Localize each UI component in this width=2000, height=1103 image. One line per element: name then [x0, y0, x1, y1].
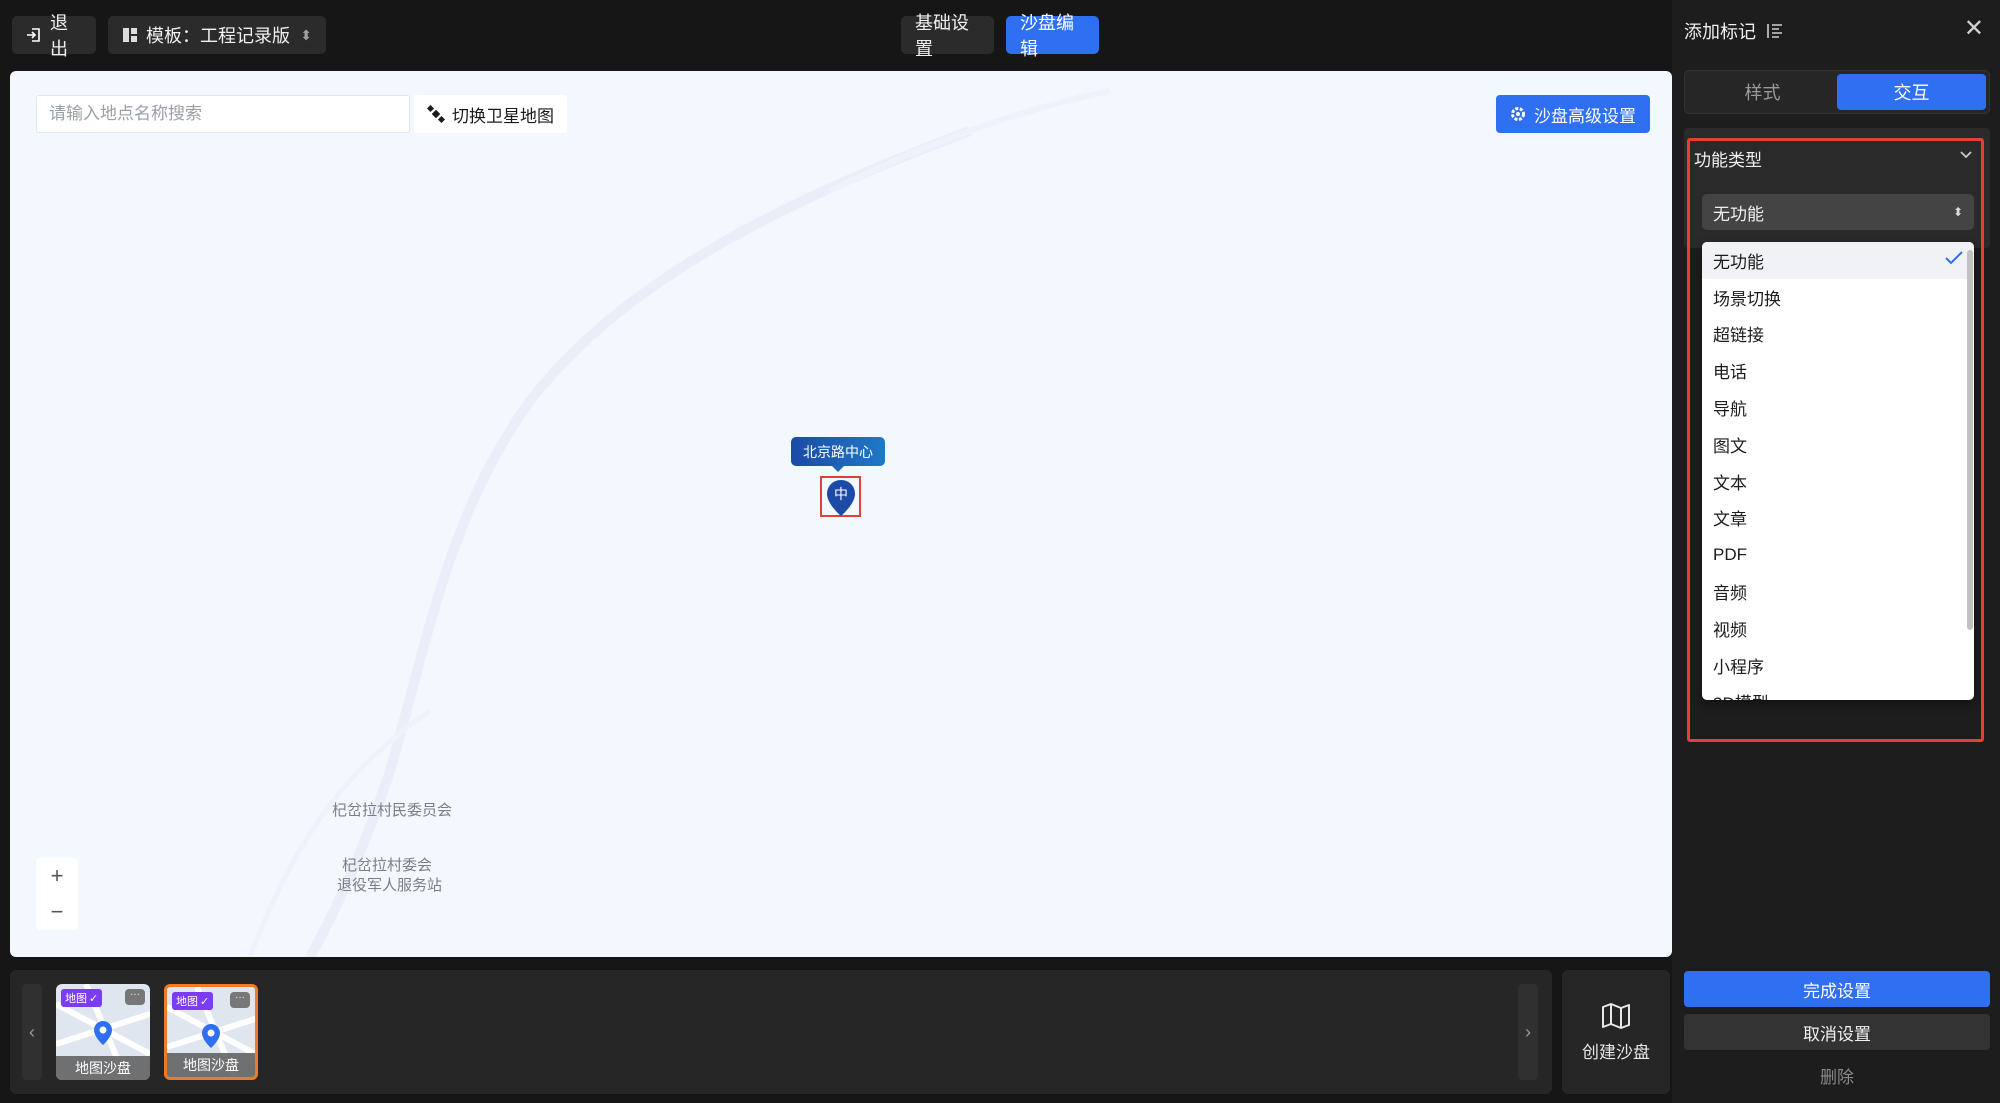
- sandbox-strip: ‹ 地图 ✓ ··· 地图沙盘 地图 ✓ ··· 地图沙盘 ›: [10, 970, 1552, 1094]
- thumb-tag: 地图 ✓: [172, 992, 214, 1010]
- option-video[interactable]: 视频: [1702, 610, 1974, 647]
- option-none[interactable]: 无功能: [1702, 242, 1974, 279]
- thumb-tag-label: 地图: [65, 993, 87, 1005]
- panel-title: 添加标记: [1684, 18, 1784, 44]
- list-indent-icon[interactable]: [1766, 22, 1784, 40]
- updown-icon: ⬍: [1952, 205, 1963, 219]
- option-3d-model[interactable]: 3D模型: [1702, 684, 1974, 700]
- more-icon[interactable]: ···: [230, 992, 250, 1008]
- option-label: PDF: [1713, 544, 1747, 564]
- panel-title-text: 添加标记: [1684, 22, 1756, 42]
- function-type-dropdown[interactable]: 无功能 场景切换 超链接 电话 导航 图文 文本 文章 PDF 音频 视频 小程…: [1702, 242, 1974, 700]
- sandbox-thumb[interactable]: 地图 ✓ ··· 地图沙盘: [56, 984, 150, 1080]
- chevron-right-icon: ›: [1525, 1021, 1531, 1042]
- option-label: 文本: [1713, 473, 1747, 493]
- satellite-icon: [427, 105, 445, 123]
- option-audio[interactable]: 音频: [1702, 573, 1974, 610]
- location-search-input[interactable]: [36, 95, 410, 133]
- place-label: 杞岔拉村委会: [342, 857, 433, 874]
- option-label: 场景切换: [1713, 289, 1781, 309]
- option-label: 视频: [1713, 620, 1747, 640]
- panel-tabs: 样式 交互: [1684, 70, 1990, 114]
- strip-next-button[interactable]: ›: [1518, 984, 1538, 1080]
- option-label: 导航: [1713, 400, 1747, 420]
- thumb-tag: 地图 ✓: [61, 989, 103, 1007]
- map-pin-icon[interactable]: 中: [826, 479, 856, 517]
- delete-button[interactable]: 删除: [1684, 1060, 1990, 1090]
- option-label: 图文: [1713, 436, 1747, 456]
- switch-satellite-label: 切换卫星地图: [452, 106, 554, 126]
- chevron-left-icon: ‹: [29, 1021, 35, 1042]
- switch-satellite-button[interactable]: 切换卫星地图: [414, 95, 567, 133]
- updown-icon: ⬍: [300, 26, 312, 43]
- thumb-name: 地图沙盘: [56, 1056, 150, 1080]
- thumb-name: 地图沙盘: [167, 1053, 255, 1077]
- option-article[interactable]: 文章: [1702, 500, 1974, 537]
- marker-glyph: 中: [834, 487, 848, 503]
- function-type-select[interactable]: 无功能 ⬍: [1702, 194, 1974, 230]
- template-icon: [122, 27, 138, 43]
- check-icon: ✓: [200, 995, 210, 1008]
- top-bar: 退出 模板：工程记录版 ⬍ 基础设置 沙盘编辑: [0, 0, 1672, 70]
- option-hyperlink[interactable]: 超链接: [1702, 316, 1974, 353]
- map-pin-icon: [94, 1021, 112, 1045]
- exit-icon: [26, 27, 42, 43]
- exit-label: 退出: [50, 13, 68, 59]
- option-text[interactable]: 文本: [1702, 463, 1974, 500]
- function-type-value: 无功能: [1713, 204, 1764, 224]
- create-sandbox-label: 创建沙盘: [1582, 1042, 1650, 1062]
- option-label: 音频: [1713, 584, 1747, 604]
- template-selector[interactable]: 模板：工程记录版 ⬍: [108, 16, 326, 54]
- place-label: 杞岔拉村民委员会: [332, 802, 453, 819]
- option-label: 文章: [1713, 510, 1747, 530]
- option-phone[interactable]: 电话: [1702, 352, 1974, 389]
- option-navigation[interactable]: 导航: [1702, 389, 1974, 426]
- option-pdf[interactable]: PDF: [1702, 536, 1974, 573]
- sandbox-thumb-active[interactable]: 地图 ✓ ··· 地图沙盘: [164, 984, 258, 1080]
- option-label: 无功能: [1713, 252, 1764, 272]
- thumb-tag-label: 地图: [176, 996, 198, 1008]
- marker-label[interactable]: 北京路中心: [791, 437, 885, 472]
- map-icon: [1601, 1002, 1631, 1030]
- option-label: 3D模型: [1713, 689, 1769, 700]
- tab-style[interactable]: 样式: [1688, 74, 1837, 110]
- tab-interaction[interactable]: 交互: [1837, 74, 1986, 110]
- zoom-control: + −: [36, 858, 78, 930]
- create-sandbox-button[interactable]: 创建沙盘: [1562, 970, 1670, 1094]
- option-image-text[interactable]: 图文: [1702, 426, 1974, 463]
- option-label: 超链接: [1713, 326, 1764, 346]
- more-icon[interactable]: ···: [125, 989, 145, 1005]
- exit-button[interactable]: 退出: [12, 13, 96, 59]
- place-label: 退役军人服务站: [337, 877, 443, 894]
- close-icon[interactable]: ✕: [1964, 14, 1984, 43]
- basic-settings-button[interactable]: 基础设置: [901, 13, 994, 59]
- option-label: 小程序: [1713, 657, 1764, 677]
- gear-icon: [1510, 106, 1526, 122]
- zoom-in-button[interactable]: +: [51, 863, 64, 889]
- map-canvas[interactable]: 切换卫星地图 沙盘高级设置 北京路中心 中 杞岔拉村民委员会 杞岔拉村委会 退役…: [10, 71, 1672, 957]
- dropdown-scrollbar[interactable]: [1967, 250, 1973, 630]
- cancel-settings-button[interactable]: 取消设置: [1684, 1014, 1990, 1050]
- option-mini-program[interactable]: 小程序: [1702, 647, 1974, 684]
- zoom-out-button[interactable]: −: [51, 899, 64, 925]
- check-icon: [1945, 250, 1963, 270]
- sandbox-advanced-settings-button[interactable]: 沙盘高级设置: [1496, 95, 1650, 133]
- template-label: 模板：工程记录版: [146, 26, 290, 46]
- option-scene-switch[interactable]: 场景切换: [1702, 279, 1974, 316]
- finish-settings-button[interactable]: 完成设置: [1684, 971, 1990, 1007]
- check-icon: ✓: [89, 992, 99, 1005]
- map-pin-icon: [202, 1024, 220, 1048]
- option-label: 电话: [1713, 363, 1747, 383]
- strip-prev-button[interactable]: ‹: [22, 984, 42, 1080]
- sandbox-advanced-settings-label: 沙盘高级设置: [1534, 106, 1636, 126]
- sandbox-edit-button[interactable]: 沙盘编辑: [1006, 13, 1099, 59]
